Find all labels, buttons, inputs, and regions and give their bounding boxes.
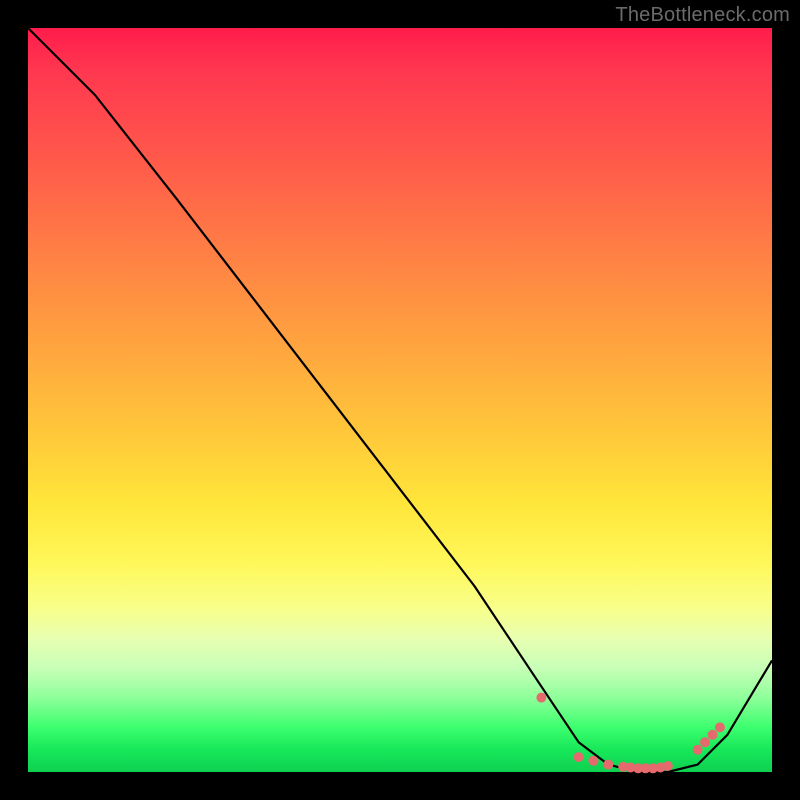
marker-point (603, 760, 613, 770)
marker-point (588, 756, 598, 766)
plot-area (28, 28, 772, 772)
bottleneck-curve (28, 28, 772, 772)
chart-frame: TheBottleneck.com (0, 0, 800, 800)
marker-point (708, 730, 718, 740)
watermark-text: TheBottleneck.com (615, 4, 790, 27)
marker-point (663, 761, 673, 771)
marker-point (700, 737, 710, 747)
highlight-markers (536, 693, 725, 774)
chart-overlay (28, 28, 772, 772)
marker-point (536, 693, 546, 703)
marker-point (715, 722, 725, 732)
marker-point (693, 745, 703, 755)
marker-point (574, 752, 584, 762)
